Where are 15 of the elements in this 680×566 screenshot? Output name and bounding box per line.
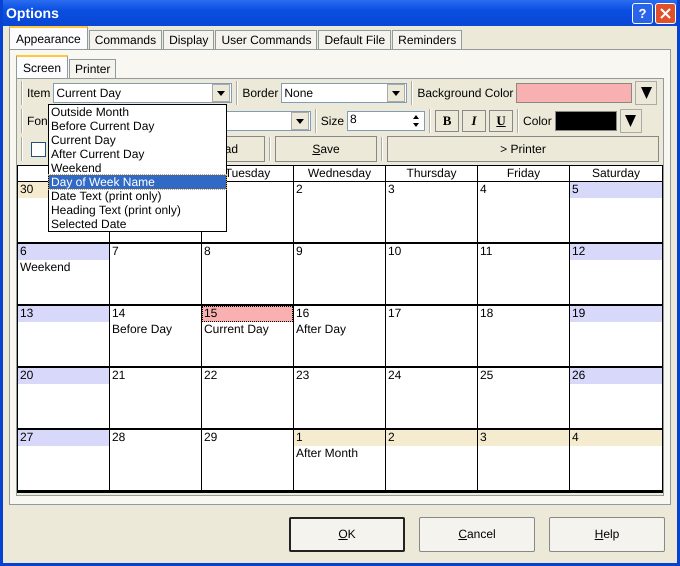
day-note: After Day: [295, 322, 348, 336]
weekday-header: Wednesday: [294, 166, 386, 182]
day-note: After Month: [295, 446, 360, 460]
border-label: Border: [242, 86, 278, 100]
window-title: Options: [6, 5, 60, 21]
weekday-header: Friday: [478, 166, 570, 182]
weekday-header: Thursday: [386, 166, 478, 182]
background-color-label: Background Color: [417, 86, 514, 100]
day-note: Before Day: [111, 322, 174, 336]
day-note: Weekend: [19, 260, 72, 274]
size-label: Size: [320, 114, 344, 128]
item-label: Item: [27, 86, 50, 100]
day-note: Current Day: [203, 322, 270, 336]
font-label: Fon: [27, 114, 48, 128]
color-label: Color: [523, 114, 552, 128]
